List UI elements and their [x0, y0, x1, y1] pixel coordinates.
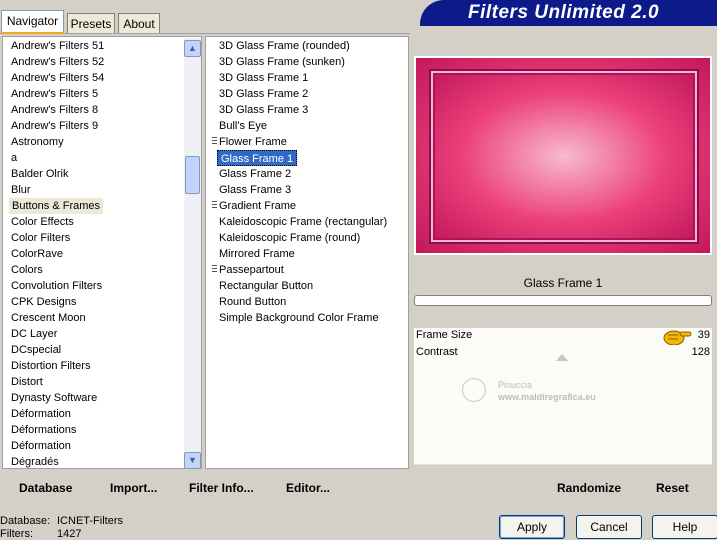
category-item[interactable]: Astronomy	[11, 134, 64, 150]
category-item[interactable]: Balder Olrik	[11, 166, 68, 182]
filter-info-button[interactable]: Filter Info...	[189, 480, 254, 496]
category-item[interactable]: DC Layer	[11, 326, 57, 342]
watermark-url: www.maldiregrafica.eu	[498, 392, 596, 402]
tab-about[interactable]: About	[118, 13, 160, 33]
tab-presets[interactable]: Presets	[67, 13, 115, 33]
submenu-grip-icon	[212, 137, 217, 146]
category-item[interactable]: Distort	[11, 374, 43, 390]
empty-slider-row	[414, 430, 712, 448]
watermark: Pinuccia www.maldiregrafica.eu	[462, 378, 596, 402]
scroll-thumb[interactable]	[185, 156, 200, 194]
slider-label: Contrast	[416, 346, 458, 358]
category-item[interactable]: Déformations	[11, 422, 76, 438]
help-button[interactable]: Help	[652, 515, 717, 539]
slider-value: 128	[691, 346, 710, 358]
filter-item[interactable]: Glass Frame 2	[219, 166, 291, 182]
import-button[interactable]: Import...	[110, 480, 157, 496]
category-item[interactable]: Convolution Filters	[11, 278, 102, 294]
cancel-button[interactable]: Cancel	[576, 515, 642, 539]
slider-value: 39	[697, 329, 710, 341]
filter-item[interactable]: 3D Glass Frame 3	[219, 102, 308, 118]
category-item[interactable]: Distortion Filters	[11, 358, 90, 374]
tab-navigator[interactable]: Navigator	[1, 10, 64, 34]
filter-item[interactable]: 3D Glass Frame (rounded)	[219, 38, 350, 54]
randomize-button[interactable]: Randomize	[557, 480, 621, 496]
category-item[interactable]: CPK Designs	[11, 294, 76, 310]
scroll-down-button[interactable]: ▼	[184, 452, 201, 469]
preview-inner-frame	[431, 71, 697, 242]
category-item[interactable]: Andrew's Filters 52	[11, 54, 104, 70]
filter-item[interactable]: Round Button	[219, 294, 286, 310]
filter-item[interactable]: Glass Frame 1	[217, 150, 298, 166]
submenu-grip-icon	[212, 265, 217, 274]
category-item[interactable]: Déformation	[11, 406, 71, 422]
filter-item[interactable]: Bull's Eye	[219, 118, 267, 134]
category-item[interactable]: DCspecial	[11, 342, 61, 358]
watermark-name: Pinuccia	[498, 380, 533, 390]
category-item[interactable]: ColorRave	[11, 246, 63, 262]
status-filters-label: Filters:	[0, 528, 33, 540]
category-item[interactable]: Blur	[11, 182, 31, 198]
empty-slider-row	[414, 413, 712, 431]
category-item[interactable]: a	[11, 150, 17, 166]
category-item[interactable]: Dynasty Software	[11, 390, 97, 406]
category-item[interactable]: Crescent Moon	[11, 310, 86, 326]
filter-item[interactable]: Rectangular Button	[219, 278, 313, 294]
filter-item[interactable]: Kaleidoscopic Frame (round)	[219, 230, 360, 246]
filter-item[interactable]: Passepartout	[219, 262, 284, 278]
category-item[interactable]: Andrew's Filters 8	[11, 102, 98, 118]
category-item[interactable]: Andrew's Filters 5	[11, 86, 98, 102]
status-filters-value: 1427	[57, 528, 82, 540]
slider-frame-size[interactable]: Frame Size 39	[414, 328, 712, 346]
category-item[interactable]: Color Filters	[11, 230, 70, 246]
status-database-value: ICNET-Filters	[57, 515, 123, 527]
filter-item[interactable]: Mirrored Frame	[219, 246, 295, 262]
filter-item[interactable]: 3D Glass Frame 2	[219, 86, 308, 102]
category-item[interactable]: Andrew's Filters 51	[11, 38, 104, 54]
slider-label: Frame Size	[416, 329, 473, 341]
preview-image	[416, 58, 710, 253]
submenu-grip-icon	[212, 201, 217, 210]
category-item[interactable]: Color Effects	[11, 214, 74, 230]
database-button[interactable]: Database	[19, 480, 72, 496]
category-item[interactable]: Déformation	[11, 438, 71, 454]
filter-item[interactable]: Gradient Frame	[219, 198, 296, 214]
empty-slider-row	[414, 362, 712, 380]
empty-slider-row	[414, 447, 712, 465]
reset-button[interactable]: Reset	[656, 480, 689, 496]
filter-item[interactable]: Flower Frame	[219, 134, 287, 150]
apply-button[interactable]: Apply	[499, 515, 565, 539]
category-scrollbar[interactable]: ▲ ▼	[184, 38, 201, 469]
editor-button[interactable]: Editor...	[286, 480, 330, 496]
category-item[interactable]: Dégradés	[11, 454, 59, 470]
category-item[interactable]: Colors	[11, 262, 43, 278]
scroll-up-button[interactable]: ▲	[184, 40, 201, 57]
status-database-label: Database:	[0, 515, 51, 527]
app-title-banner: Filters Unlimited 2.0	[420, 0, 717, 26]
filter-item[interactable]: Kaleidoscopic Frame (rectangular)	[219, 214, 387, 230]
filter-item[interactable]: 3D Glass Frame 1	[219, 70, 308, 86]
slider-contrast[interactable]: Contrast 128	[414, 345, 712, 363]
filter-name-label: Glass Frame 1	[523, 276, 603, 290]
watermark-logo-icon	[462, 378, 486, 402]
filter-item[interactable]: Simple Background Color Frame	[219, 310, 379, 326]
category-item[interactable]: Buttons & Frames	[9, 198, 104, 214]
filter-item[interactable]: 3D Glass Frame (sunken)	[219, 54, 345, 70]
category-item[interactable]: Andrew's Filters 9	[11, 118, 98, 134]
progress-bar	[414, 295, 712, 306]
slider-thumb-icon[interactable]	[556, 354, 568, 361]
pointing-hand-icon	[662, 326, 692, 346]
filter-item[interactable]: Glass Frame 3	[219, 182, 291, 198]
category-item[interactable]: Andrew's Filters 54	[11, 70, 104, 86]
